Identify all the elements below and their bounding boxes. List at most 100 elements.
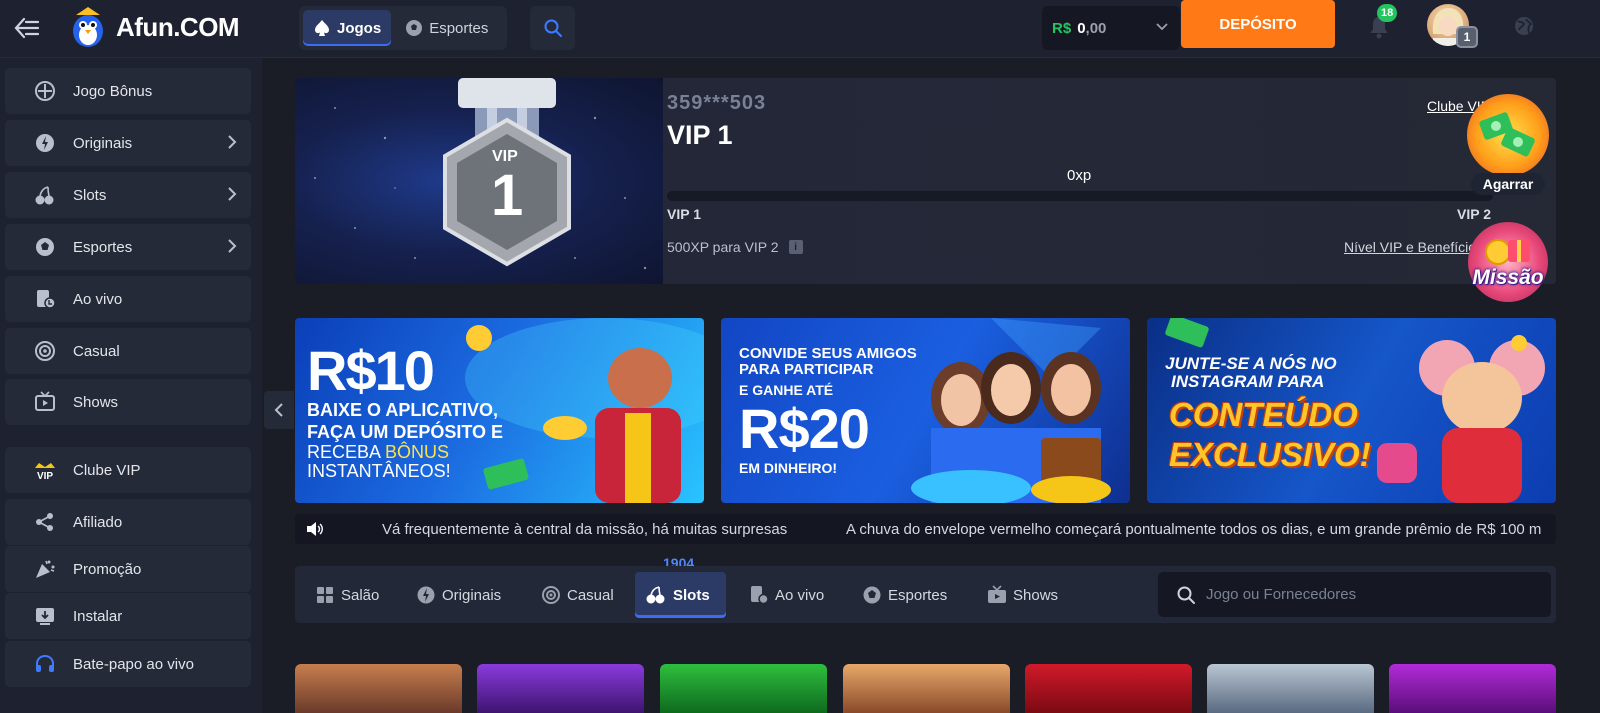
language-button[interactable] (1510, 12, 1538, 40)
search-button[interactable] (530, 6, 575, 50)
headset-icon (33, 652, 57, 676)
search-icon (1177, 586, 1195, 604)
sidebar-item-originais[interactable]: Originais (5, 120, 251, 166)
banner3-line1: JUNTE-SE A NÓS NO (1165, 354, 1337, 373)
tab-esportes[interactable]: Esportes (395, 10, 498, 46)
vip-medal (314, 78, 647, 270)
casual-icon (33, 339, 57, 363)
promo-banner-invite[interactable]: CONVIDE SEUS AMIGOS PARA PARTICIPAR E GA… (721, 318, 1130, 503)
sidebar-item-slots[interactable]: Slots (5, 172, 251, 218)
sidebar-item-bate-papo[interactable]: Bate-papo ao vivo (5, 641, 251, 687)
promo-banner-app[interactable]: R$10 BAIXE O APLICATIVO, FAÇA UM DEPÓSIT… (295, 318, 704, 503)
tab-jogos[interactable]: Jogos (303, 10, 392, 46)
medal-level-number: 1 (491, 163, 524, 228)
tv-icon (33, 390, 57, 414)
grab-label[interactable]: Agarrar (1471, 173, 1545, 195)
game-thumbnail[interactable] (1025, 664, 1192, 713)
tab-label: Shows (1013, 586, 1059, 604)
mission-label[interactable]: Missão (1468, 266, 1548, 290)
banner2-line2: PARA PARTICIPAR (739, 361, 874, 378)
svg-text:VIP: VIP (37, 471, 53, 482)
live-casino-icon (751, 586, 769, 605)
banner1-line4: INSTANTÂNEOS! (307, 461, 451, 481)
vip-xp-needed: 500XP para VIP 2 i (667, 239, 803, 255)
banner1-line2: FAÇA UM DEPÓSITO E (307, 422, 504, 442)
sidebar-item-shows[interactable]: Shows (5, 379, 251, 425)
sidebar-collapse-button[interactable] (264, 391, 294, 429)
marquee-message-2: A chuva do envelope vermelho começará po… (846, 521, 1542, 538)
tab-shows[interactable]: Shows (977, 572, 1068, 618)
sidebar-item-label: Bate-papo ao vivo (73, 655, 194, 673)
speaker-icon[interactable] (306, 521, 324, 537)
game-thumbnail[interactable] (1207, 664, 1374, 713)
sidebar-item-esportes[interactable]: Esportes (5, 224, 251, 270)
share-icon (33, 510, 57, 534)
bird-logo-icon (73, 7, 103, 47)
grab-money-button[interactable] (1467, 94, 1549, 176)
spade-icon (315, 20, 329, 36)
sidebar-item-afiliado[interactable]: Afiliado (5, 499, 251, 545)
balance-amount: 0,00 (1077, 19, 1107, 37)
tab-label: Ao vivo (775, 586, 825, 604)
sidebar-item-casual[interactable]: Casual (5, 328, 251, 374)
soccer-ball-icon (33, 235, 57, 259)
tab-esportes[interactable]: Esportes (852, 572, 957, 618)
vip-from-level: VIP 1 (667, 206, 701, 222)
banner3-exclusive: EXCLUSIVO! (1169, 436, 1371, 473)
sidebar-item-label: Esportes (73, 238, 133, 256)
cherry-icon (646, 586, 665, 604)
vip-next-level: VIP 2 (1457, 206, 1491, 222)
sidebar-item-ao-vivo[interactable]: Ao vivo (5, 276, 251, 322)
sidebar-item-label: Instalar (73, 607, 123, 625)
search-icon (544, 19, 562, 37)
deposit-button[interactable]: DEPÓSITO (1181, 0, 1335, 48)
logo-text: Afun.COM (116, 11, 240, 42)
sidebar-item-instalar[interactable]: Instalar (5, 593, 251, 639)
notifications-badge: 18 (1377, 4, 1398, 22)
banner1-line3: RECEBA BÔNUS (307, 442, 450, 462)
promo-banner-instagram[interactable]: JUNTE-SE A NÓS NO INSTAGRAM PARA CONTEÚD… (1147, 318, 1556, 503)
tab-ao-vivo[interactable]: Ao vivo (739, 572, 834, 618)
tab-originais[interactable]: Originais (406, 572, 511, 618)
banner3-line2: INSTAGRAM PARA (1171, 372, 1325, 391)
tab-esportes-label: Esportes (429, 19, 489, 37)
tab-label: Originais (442, 586, 502, 604)
game-thumbnail[interactable] (295, 664, 462, 713)
site-logo[interactable]: Afun.COM (66, 4, 240, 50)
chevron-right-icon (228, 187, 237, 201)
xp-progress-bar (667, 191, 1493, 201)
vip-medal-background (295, 78, 663, 284)
originals-icon (33, 131, 57, 155)
chevron-right-icon (228, 135, 237, 149)
announcement-marquee: Vá frequentemente à central da missão, h… (295, 514, 1556, 544)
game-search-input[interactable] (1206, 586, 1536, 603)
marquee-message-1: Vá frequentemente à central da missão, h… (382, 521, 788, 538)
game-thumbnail[interactable] (1389, 664, 1556, 713)
game-thumbnail[interactable] (477, 664, 644, 713)
avatar-level-badge: 1 (1456, 26, 1478, 48)
sidebar-item-promocao[interactable]: Promoção (5, 546, 251, 592)
tab-slots[interactable]: Slots (635, 572, 726, 618)
mission-button[interactable] (1468, 222, 1548, 302)
sidebar-item-label: Casual (73, 342, 120, 360)
banner3-content: CONTEÚDO (1169, 396, 1358, 433)
chevron-left-icon (274, 403, 283, 417)
balance-display[interactable]: R$ 0,00 (1042, 6, 1180, 50)
soccer-ball-icon (863, 586, 881, 604)
back-menu-icon[interactable] (12, 13, 42, 43)
sidebar: Jogo Bônus Originais Slots Esportes Ao v… (0, 58, 262, 713)
tab-salao[interactable]: Salão (305, 572, 389, 618)
vip-benefits-link[interactable]: Nível VIP e Benefícios (1344, 239, 1483, 255)
game-thumbnail[interactable] (843, 664, 1010, 713)
chevron-right-icon (228, 239, 237, 253)
tab-casual[interactable]: Casual (531, 572, 624, 618)
party-popper-icon (33, 557, 57, 581)
game-thumbnail[interactable] (660, 664, 827, 713)
game-search-box (1158, 572, 1551, 617)
sidebar-item-clube-vip[interactable]: VIP Clube VIP (5, 447, 251, 493)
sidebar-item-label: Originais (73, 134, 133, 152)
chevron-down-icon (1156, 23, 1168, 31)
info-icon[interactable]: i (788, 240, 803, 254)
sidebar-item-jogo-bonus[interactable]: Jogo Bônus (5, 68, 251, 114)
money-bills-icon (1479, 112, 1535, 157)
